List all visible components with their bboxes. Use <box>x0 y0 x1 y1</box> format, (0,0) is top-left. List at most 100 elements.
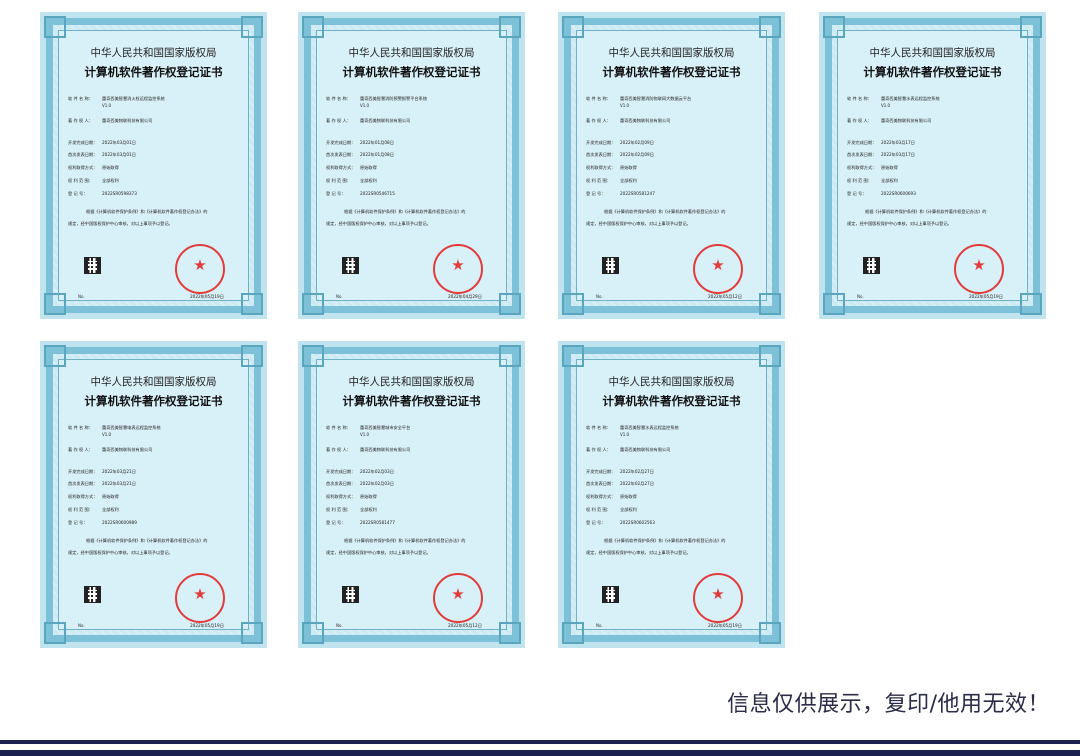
software-version: V1.0 <box>102 432 112 437</box>
registration-number: 2022SR0581247 <box>620 191 655 196</box>
copyright-owner: 蕾奇西美物联科技有限公司 <box>102 118 153 123</box>
acquisition-method: 原始取得 <box>620 165 637 170</box>
certificate-3: 中华人民共和国国家版权局 计算机软件著作权登记证书 软 件 名 称： 蕾奇西美智慧… <box>558 12 785 319</box>
certificate-issuer: 中华人民共和国国家版权局 <box>348 47 475 59</box>
development-date: 2022年02月27日 <box>620 469 654 474</box>
issue-date: 2022年05月19日 <box>708 623 742 628</box>
copyright-owner: 蕾奇西美物联科技有限公司 <box>881 118 932 123</box>
rights-scope: 全部权利 <box>360 178 377 183</box>
certificate-2: 中华人民共和国国家版权局 计算机软件著作权登记证书 软 件 名 称： 蕾奇西美智慧… <box>298 12 525 319</box>
footer-bar-top <box>0 740 1080 744</box>
publication-date: 2022年03月21日 <box>102 481 136 486</box>
publication-date: 2022年02月09日 <box>620 152 654 157</box>
official-seal-icon: ★ <box>175 573 225 623</box>
certificate-title: 计算机软件著作权登记证书 <box>602 394 741 408</box>
certificate-issuer: 中华人民共和国国家版权局 <box>608 47 735 59</box>
qr-code-icon <box>84 586 101 603</box>
software-version: V1.0 <box>360 103 370 108</box>
acquisition-method: 原始取得 <box>360 165 377 170</box>
software-name: 蕾奇西美智慧水表远程监控系统 <box>620 425 679 430</box>
software-version: V1.0 <box>102 103 112 108</box>
official-seal-icon: ★ <box>433 573 483 623</box>
rights-scope: 全部权利 <box>620 507 637 512</box>
certificate-no-label: No. <box>336 623 343 628</box>
publication-date: 2022年01月08日 <box>360 152 394 157</box>
registration-number: 2022SR0602563 <box>620 520 655 525</box>
registration-number: 2022SR0600989 <box>102 520 137 525</box>
issue-date: 2022年05月19日 <box>190 294 224 299</box>
certificate-1: 中华人民共和国国家版权局 计算机软件著作权登记证书 软 件 名 称： 蕾奇西美智慧… <box>40 12 267 319</box>
certificate-issuer: 中华人民共和国国家版权局 <box>608 376 735 388</box>
certificate-no-label: No. <box>78 623 85 628</box>
rights-scope: 全部权利 <box>102 178 119 183</box>
certificate-no-label: No. <box>857 294 864 299</box>
copyright-owner: 蕾奇西美物联科技有限公司 <box>360 118 411 123</box>
development-date: 2022年02月03日 <box>360 469 394 474</box>
certificate-issuer: 中华人民共和国国家版权局 <box>90 47 217 59</box>
certificate-title: 计算机软件著作权登记证书 <box>602 65 741 79</box>
official-seal-icon: ★ <box>954 244 1004 294</box>
copyright-owner: 蕾奇西美物联科技有限公司 <box>620 447 671 452</box>
certificate-no-label: No. <box>336 294 343 299</box>
acquisition-method: 原始取得 <box>360 494 377 499</box>
software-version: V1.0 <box>881 103 891 108</box>
official-seal-icon: ★ <box>175 244 225 294</box>
development-date: 2022年03月01日 <box>102 140 136 145</box>
software-version: V1.0 <box>620 103 630 108</box>
certificate-no-label: No. <box>596 294 603 299</box>
software-name: 蕾奇西美智慧电表远程监控系统 <box>102 425 161 430</box>
issue-date: 2022年04月29日 <box>448 294 482 299</box>
qr-code-icon <box>602 257 619 274</box>
rights-scope: 全部权利 <box>102 507 119 512</box>
publication-date: 2022年03月17日 <box>881 152 915 157</box>
registration-number: 2022SR0598373 <box>102 191 137 196</box>
certificate-6: 中华人民共和国国家版权局 计算机软件著作权登记证书 软 件 名 称： 蕾奇西美智慧… <box>298 341 525 648</box>
qr-code-icon <box>602 586 619 603</box>
registration-number: 2022SR0600693 <box>881 191 916 196</box>
certificate-title: 计算机软件著作权登记证书 <box>84 394 223 408</box>
publication-date: 2022年03月01日 <box>102 152 136 157</box>
rights-scope: 全部权利 <box>620 178 637 183</box>
acquisition-method: 原始取得 <box>620 494 637 499</box>
official-seal-icon: ★ <box>693 573 743 623</box>
certificate-issuer: 中华人民共和国国家版权局 <box>348 376 475 388</box>
qr-code-icon <box>84 257 101 274</box>
disclaimer-text: 信息仅供展示，复印/他用无效！ <box>727 692 1050 717</box>
software-name: 蕾奇西美智慧水表远程监控系统 <box>881 96 940 101</box>
certificate-issuer: 中华人民共和国国家版权局 <box>90 376 217 388</box>
certificate-no-label: No. <box>78 294 85 299</box>
rights-scope: 全部权利 <box>360 507 377 512</box>
publication-date: 2022年02月03日 <box>360 481 394 486</box>
issue-date: 2022年05月19日 <box>969 294 1003 299</box>
rights-scope: 全部权利 <box>881 178 898 183</box>
certificate-5: 中华人民共和国国家版权局 计算机软件著作权登记证书 软 件 名 称： 蕾奇西美智慧… <box>40 341 267 648</box>
official-seal-icon: ★ <box>433 244 483 294</box>
registration-number: 2022SR0546715 <box>360 191 395 196</box>
certificate-4: 中华人民共和国国家版权局 计算机软件著作权登记证书 软 件 名 称： 蕾奇西美智慧… <box>819 12 1046 319</box>
certificate-title: 计算机软件著作权登记证书 <box>342 394 481 408</box>
certificate-title: 计算机软件著作权登记证书 <box>84 65 223 79</box>
software-name: 蕾奇西美智慧城市安全平台 <box>360 425 411 430</box>
issue-date: 2022年05月19日 <box>190 623 224 628</box>
certificate-title: 计算机软件著作权登记证书 <box>342 65 481 79</box>
development-date: 2022年03月21日 <box>102 469 136 474</box>
acquisition-method: 原始取得 <box>102 494 119 499</box>
issue-date: 2022年05月12日 <box>448 623 482 628</box>
software-version: V1.0 <box>620 432 630 437</box>
software-name: 蕾奇西美智慧消防预警报警平台系统 <box>360 96 428 101</box>
development-date: 2022年02月09日 <box>620 140 654 145</box>
qr-code-icon <box>863 257 880 274</box>
copyright-owner: 蕾奇西美物联科技有限公司 <box>360 447 411 452</box>
software-name: 蕾奇西美智慧消防物联网大数据云平台 <box>620 96 692 101</box>
certificate-7: 中华人民共和国国家版权局 计算机软件著作权登记证书 软 件 名 称： 蕾奇西美智慧… <box>558 341 785 648</box>
registration-number: 2022SR0581477 <box>360 520 395 525</box>
software-version: V1.0 <box>360 432 370 437</box>
copyright-owner: 蕾奇西美物联科技有限公司 <box>620 118 671 123</box>
qr-code-icon <box>342 257 359 274</box>
acquisition-method: 原始取得 <box>881 165 898 170</box>
footer-bar-bottom <box>0 750 1080 756</box>
official-seal-icon: ★ <box>693 244 743 294</box>
acquisition-method: 原始取得 <box>102 165 119 170</box>
certificate-no-label: No. <box>596 623 603 628</box>
certificate-issuer: 中华人民共和国国家版权局 <box>869 47 996 59</box>
